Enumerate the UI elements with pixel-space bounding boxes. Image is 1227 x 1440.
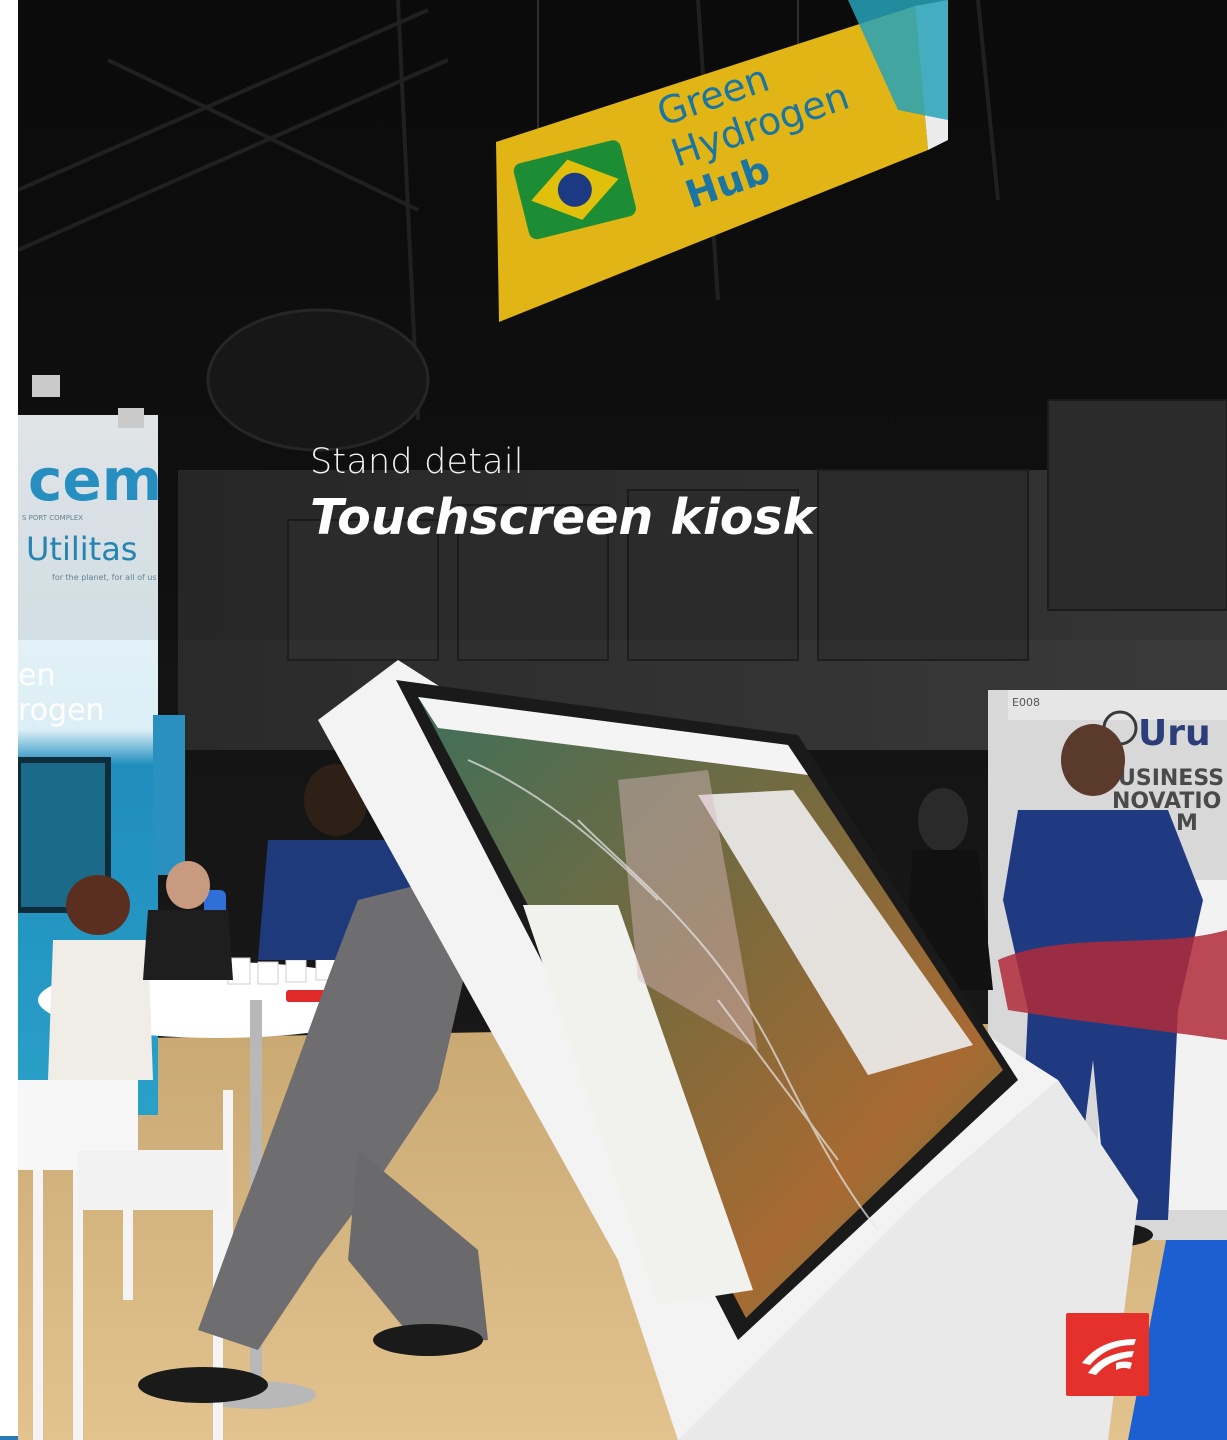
right-booth-panel-1: USINESS [1118,766,1224,791]
stand-photo: cem S PORT COMPLEX Utilitas for the plan… [18,0,1227,1440]
right-booth-sign: Uru [1138,713,1211,754]
stand-number: E008 [1012,696,1040,709]
caption-block: Stand detail Touchscreen kiosk [310,440,815,550]
brand-wing-icon [1081,1338,1136,1375]
stand-photo-illustration: cem S PORT COMPLEX Utilitas for the plan… [18,0,1227,1440]
right-booth-panel-3: M [1176,811,1198,836]
booth-panel-text-2: rogen [18,693,105,728]
caption-title: Touchscreen kiosk [310,489,816,546]
booth-panel-text-1: en [18,658,55,693]
edge-strip [0,1436,18,1440]
brand-logo [1066,1313,1149,1396]
caption-subtitle: Stand detail [310,442,524,482]
